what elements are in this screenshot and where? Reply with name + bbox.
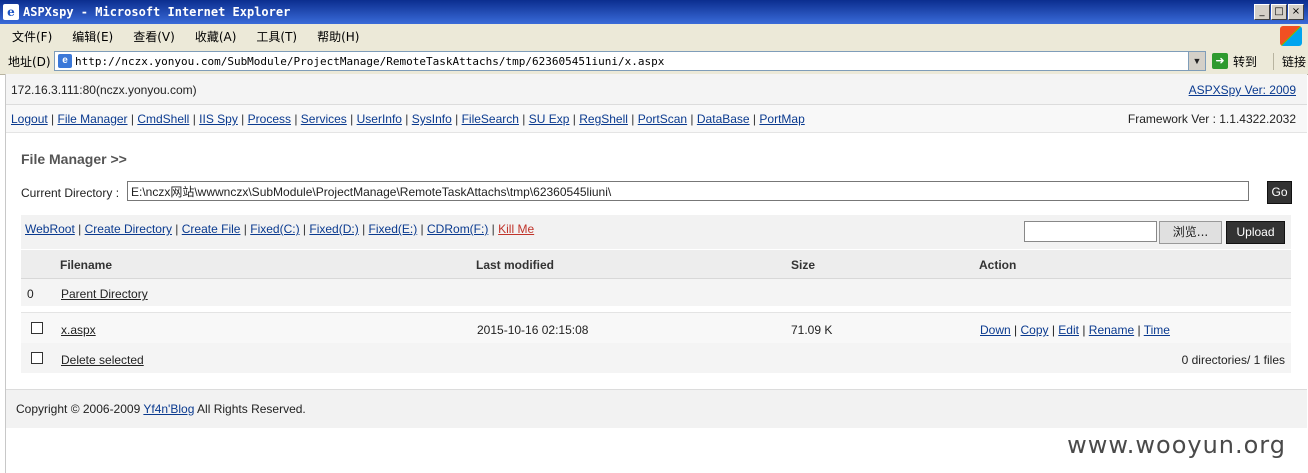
nav-iis-spy[interactable]: IIS Spy [199,112,238,126]
parent-index: 0 [27,287,34,301]
current-directory-label: Current Directory : [21,186,120,200]
menu-favorites[interactable]: 收藏(A) [195,28,237,45]
chevron-down-icon[interactable]: ▼ [1188,52,1205,70]
address-label: 地址(D) [8,54,51,69]
upload-file-input[interactable] [1024,221,1157,242]
select-all-checkbox[interactable] [31,352,43,364]
copyright: Copyright © 2006-2009 Yf4n'Blog All Righ… [16,402,306,416]
minimize-button[interactable]: _ [1254,4,1270,20]
host-bar: 172.16.3.111:80(nczx.yonyou.com) ASPXSpy… [6,74,1307,105]
rename-link[interactable]: Rename [1089,323,1134,337]
file-modified: 2015-10-16 02:15:08 [477,323,589,337]
nav-logout[interactable]: Logout [11,112,48,126]
header-size: Size [791,258,816,272]
host-info: 172.16.3.111:80(nczx.yonyou.com) [11,83,197,97]
nav-portscan[interactable]: PortScan [638,112,687,126]
edit-link[interactable]: Edit [1058,323,1079,337]
nav-file-manager[interactable]: File Manager [58,112,128,126]
nav-sysinfo[interactable]: SysInfo [412,112,452,126]
page-icon: e [58,54,72,68]
create-file-link[interactable]: Create File [182,222,241,236]
menu-bar: 文件(F) 编辑(E) 查看(V) 收藏(A) 工具(T) 帮助(H) [0,24,1308,49]
go-directory-button[interactable]: Go [1267,181,1292,204]
drive-f-link[interactable]: CDRom(F:) [427,222,488,236]
address-bar: 地址(D) e ▼ ➜ 转到 链接 [0,48,1308,75]
menu-file[interactable]: 文件(F) [12,28,52,45]
watermark: www.wooyun.org [1067,431,1286,459]
table-header: Filename Last modified Size Action [21,250,1291,279]
file-actions: Down | Copy | Edit | Rename | Time [980,323,1170,337]
close-button[interactable]: × [1288,4,1304,20]
maximize-button[interactable]: □ [1271,4,1287,20]
address-input[interactable] [75,54,1185,68]
framework-version: Framework Ver : 1.1.4322.2032 [1127,112,1296,126]
version-link[interactable]: ASPXSpy Ver: 2009 [1189,83,1296,97]
webroot-link[interactable]: WebRoot [25,222,75,236]
nav-su-exp[interactable]: SU Exp [529,112,570,126]
time-link[interactable]: Time [1144,323,1170,337]
nav-userinfo[interactable]: UserInfo [357,112,402,126]
file-name-link[interactable]: x.aspx [61,323,96,337]
header-last-modified: Last modified [476,258,555,272]
window-controls: _ □ × [1254,4,1304,20]
menu-view[interactable]: 查看(V) [133,28,175,45]
parent-directory-link[interactable]: Parent Directory [61,287,148,301]
browse-button[interactable]: 浏览... [1159,221,1222,244]
nav-bar: Logout | File Manager | CmdShell | IIS S… [6,105,1307,133]
table-row: x.aspx 2015-10-16 02:15:08 71.09 K Down … [21,312,1291,343]
nav-cmdshell[interactable]: CmdShell [137,112,189,126]
blog-link[interactable]: Yf4n'Blog [143,402,194,416]
menu-help[interactable]: 帮助(H) [317,28,359,45]
header-action: Action [979,258,1017,272]
kill-me-link[interactable]: Kill Me [498,222,534,236]
go-label: 转到 [1233,54,1258,69]
header-filename: Filename [60,258,113,272]
page-content: 172.16.3.111:80(nczx.yonyou.com) ASPXSpy… [5,74,1307,473]
windows-logo-icon [1280,26,1302,46]
upload-button[interactable]: Upload [1226,221,1285,244]
parent-directory-row: 0 Parent Directory [21,279,1291,306]
go-button[interactable]: ➜ 转到 [1212,53,1257,70]
file-size: 71.09 K [791,323,833,337]
window-title: ASPXspy - Microsoft Internet Explorer [23,5,291,19]
copyright-suffix: All Rights Reserved. [194,402,306,416]
links-button[interactable]: 链接 [1273,52,1306,70]
nav-process[interactable]: Process [248,112,291,126]
footer: Copyright © 2006-2009 Yf4n'Blog All Righ… [6,389,1307,428]
page-title: File Manager >> [21,151,127,167]
drive-e-link[interactable]: Fixed(E:) [369,222,418,236]
file-checkbox[interactable] [31,322,43,334]
nav-services[interactable]: Services [301,112,347,126]
menu-tools[interactable]: 工具(T) [256,28,297,45]
menu-edit[interactable]: 编辑(E) [72,28,113,45]
down-link[interactable]: Down [980,323,1011,337]
arrow-right-icon: ➜ [1212,53,1228,69]
delete-selected-link[interactable]: Delete selected [61,353,144,367]
nav-filesearch[interactable]: FileSearch [462,112,519,126]
ie-icon: e [3,4,19,20]
file-toolbar: WebRoot | Create Directory | Create File… [21,215,1291,249]
toolbar-links: WebRoot | Create Directory | Create File… [25,222,535,236]
current-directory-input[interactable] [127,181,1249,201]
delete-row: Delete selected 0 directories/ 1 files [21,343,1291,373]
copy-link[interactable]: Copy [1020,323,1048,337]
address-field[interactable]: e ▼ [54,51,1206,71]
window-title-bar: e ASPXspy - Microsoft Internet Explorer … [0,0,1308,24]
create-directory-link[interactable]: Create Directory [85,222,172,236]
drive-c-link[interactable]: Fixed(C:) [250,222,299,236]
copyright-prefix: Copyright © 2006-2009 [16,402,144,416]
nav-database[interactable]: DataBase [697,112,750,126]
file-summary: 0 directories/ 1 files [1181,353,1285,367]
nav-regshell[interactable]: RegShell [579,112,628,126]
nav-portmap[interactable]: PortMap [759,112,804,126]
drive-d-link[interactable]: Fixed(D:) [309,222,358,236]
nav-links: Logout | File Manager | CmdShell | IIS S… [11,112,805,126]
